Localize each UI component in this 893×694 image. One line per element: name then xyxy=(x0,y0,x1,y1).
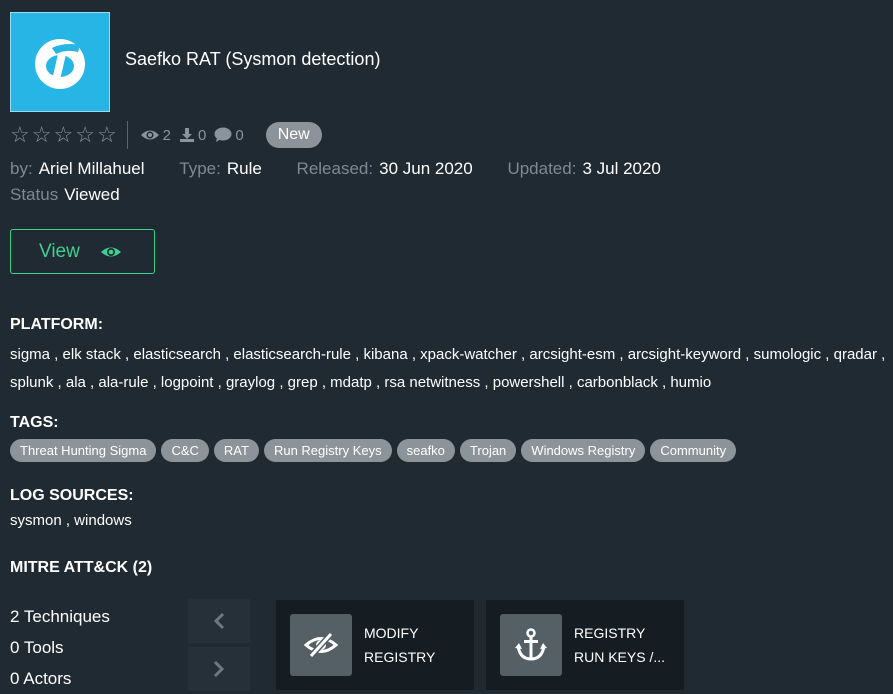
mitre-counts: 2 Techniques 0 Tools 0 Actors xyxy=(10,601,110,694)
platform-heading: PLATFORM: xyxy=(10,316,104,333)
updated-info: Updated: 3 Jul 2020 xyxy=(507,156,660,182)
view-button[interactable]: View xyxy=(10,229,155,274)
type-info: Type: Rule xyxy=(179,156,262,182)
downloads-count: 0 xyxy=(198,126,207,144)
eye-slash-icon xyxy=(304,632,338,658)
carousel-next-button[interactable] xyxy=(188,647,250,691)
tag-chip[interactable]: seafko xyxy=(396,439,455,462)
rating-stars[interactable]: ☆ ☆ ☆ ☆ ☆ xyxy=(10,124,117,146)
author-info: by: Ariel Millahuel xyxy=(10,156,145,182)
log-sources-list: sysmon , windows xyxy=(10,512,132,529)
tag-chip[interactable]: RAT xyxy=(213,439,259,462)
chevron-right-icon xyxy=(213,660,225,678)
comments-count: 0 xyxy=(235,126,244,144)
technique-label-line: REGISTRY xyxy=(574,625,646,641)
eye-icon xyxy=(140,130,159,140)
divider xyxy=(126,121,128,149)
product-logo xyxy=(10,12,110,112)
anchor-icon xyxy=(515,628,547,661)
technique-label-line: RUN KEYS /... xyxy=(574,649,666,665)
technique-label: REGISTRY RUN KEYS /... xyxy=(574,621,665,669)
tag-list: Threat Hunting Sigma C&C RAT Run Registr… xyxy=(10,439,737,462)
meta-row: ☆ ☆ ☆ ☆ ☆ 2 0 0 New xyxy=(10,121,322,149)
star-icon[interactable]: ☆ xyxy=(53,124,73,146)
views-stat: 2 xyxy=(140,127,171,144)
released-label: Released: xyxy=(296,159,374,178)
mitre-heading: MITRE ATT&CK (2) xyxy=(10,559,153,576)
chevron-left-icon xyxy=(213,612,225,630)
download-icon xyxy=(180,128,195,142)
logo-icon xyxy=(35,39,85,89)
comments-stat: 0 xyxy=(214,126,244,144)
tags-heading: TAGS: xyxy=(10,414,59,431)
technique-label-line: MODIFY xyxy=(364,625,419,641)
views-count: 2 xyxy=(162,126,172,144)
technique-card-modify-registry[interactable]: MODIFY REGISTRY xyxy=(276,600,474,690)
comment-icon xyxy=(214,127,232,142)
technique-icon-box xyxy=(290,614,352,676)
technique-label-line: REGISTRY xyxy=(364,649,436,665)
type-value: Rule xyxy=(226,159,262,178)
author-value[interactable]: Ariel Millahuel xyxy=(39,159,145,178)
techniques-count[interactable]: 2 Techniques xyxy=(10,601,110,632)
tag-chip[interactable]: Trojan xyxy=(459,439,517,462)
updated-label: Updated: xyxy=(507,159,577,178)
view-button-label: View xyxy=(39,240,80,262)
actors-count[interactable]: 0 Actors xyxy=(10,663,110,694)
author-label: by: xyxy=(10,159,33,178)
technique-label: MODIFY REGISTRY xyxy=(364,621,435,669)
released-value: 30 Jun 2020 xyxy=(379,159,473,178)
status-value: Viewed xyxy=(64,185,120,204)
tag-chip[interactable]: Run Registry Keys xyxy=(263,439,392,462)
tag-chip[interactable]: Windows Registry xyxy=(521,439,646,462)
carousel-prev-button[interactable] xyxy=(188,599,250,643)
log-sources-heading: LOG SOURCES: xyxy=(10,487,134,504)
platform-list: sigma , elk stack , elasticsearch , elas… xyxy=(10,346,886,391)
updated-value: 3 Jul 2020 xyxy=(582,159,661,178)
star-icon[interactable]: ☆ xyxy=(32,124,52,146)
status-badge: New xyxy=(265,122,322,148)
star-icon[interactable]: ☆ xyxy=(97,124,117,146)
star-icon[interactable]: ☆ xyxy=(10,124,30,146)
technique-icon-box xyxy=(500,614,562,676)
type-label: Type: xyxy=(179,159,221,178)
released-info: Released: 30 Jun 2020 xyxy=(297,156,473,182)
tag-chip[interactable]: Threat Hunting Sigma xyxy=(10,439,157,462)
tag-chip[interactable]: Community xyxy=(650,439,737,462)
eye-icon xyxy=(100,245,122,259)
downloads-stat: 0 xyxy=(179,127,206,144)
star-icon[interactable]: ☆ xyxy=(75,124,95,146)
tag-chip[interactable]: C&C xyxy=(161,439,209,462)
info-block: by: Ariel Millahuel Type: Rule Released: 30… xyxy=(10,156,691,208)
status-label: Status xyxy=(10,185,59,204)
tools-count[interactable]: 0 Tools xyxy=(10,632,110,663)
page-title: Saefko RAT (Sysmon detection) xyxy=(125,49,381,69)
technique-card-registry-run-keys[interactable]: REGISTRY RUN KEYS /... xyxy=(486,600,684,690)
